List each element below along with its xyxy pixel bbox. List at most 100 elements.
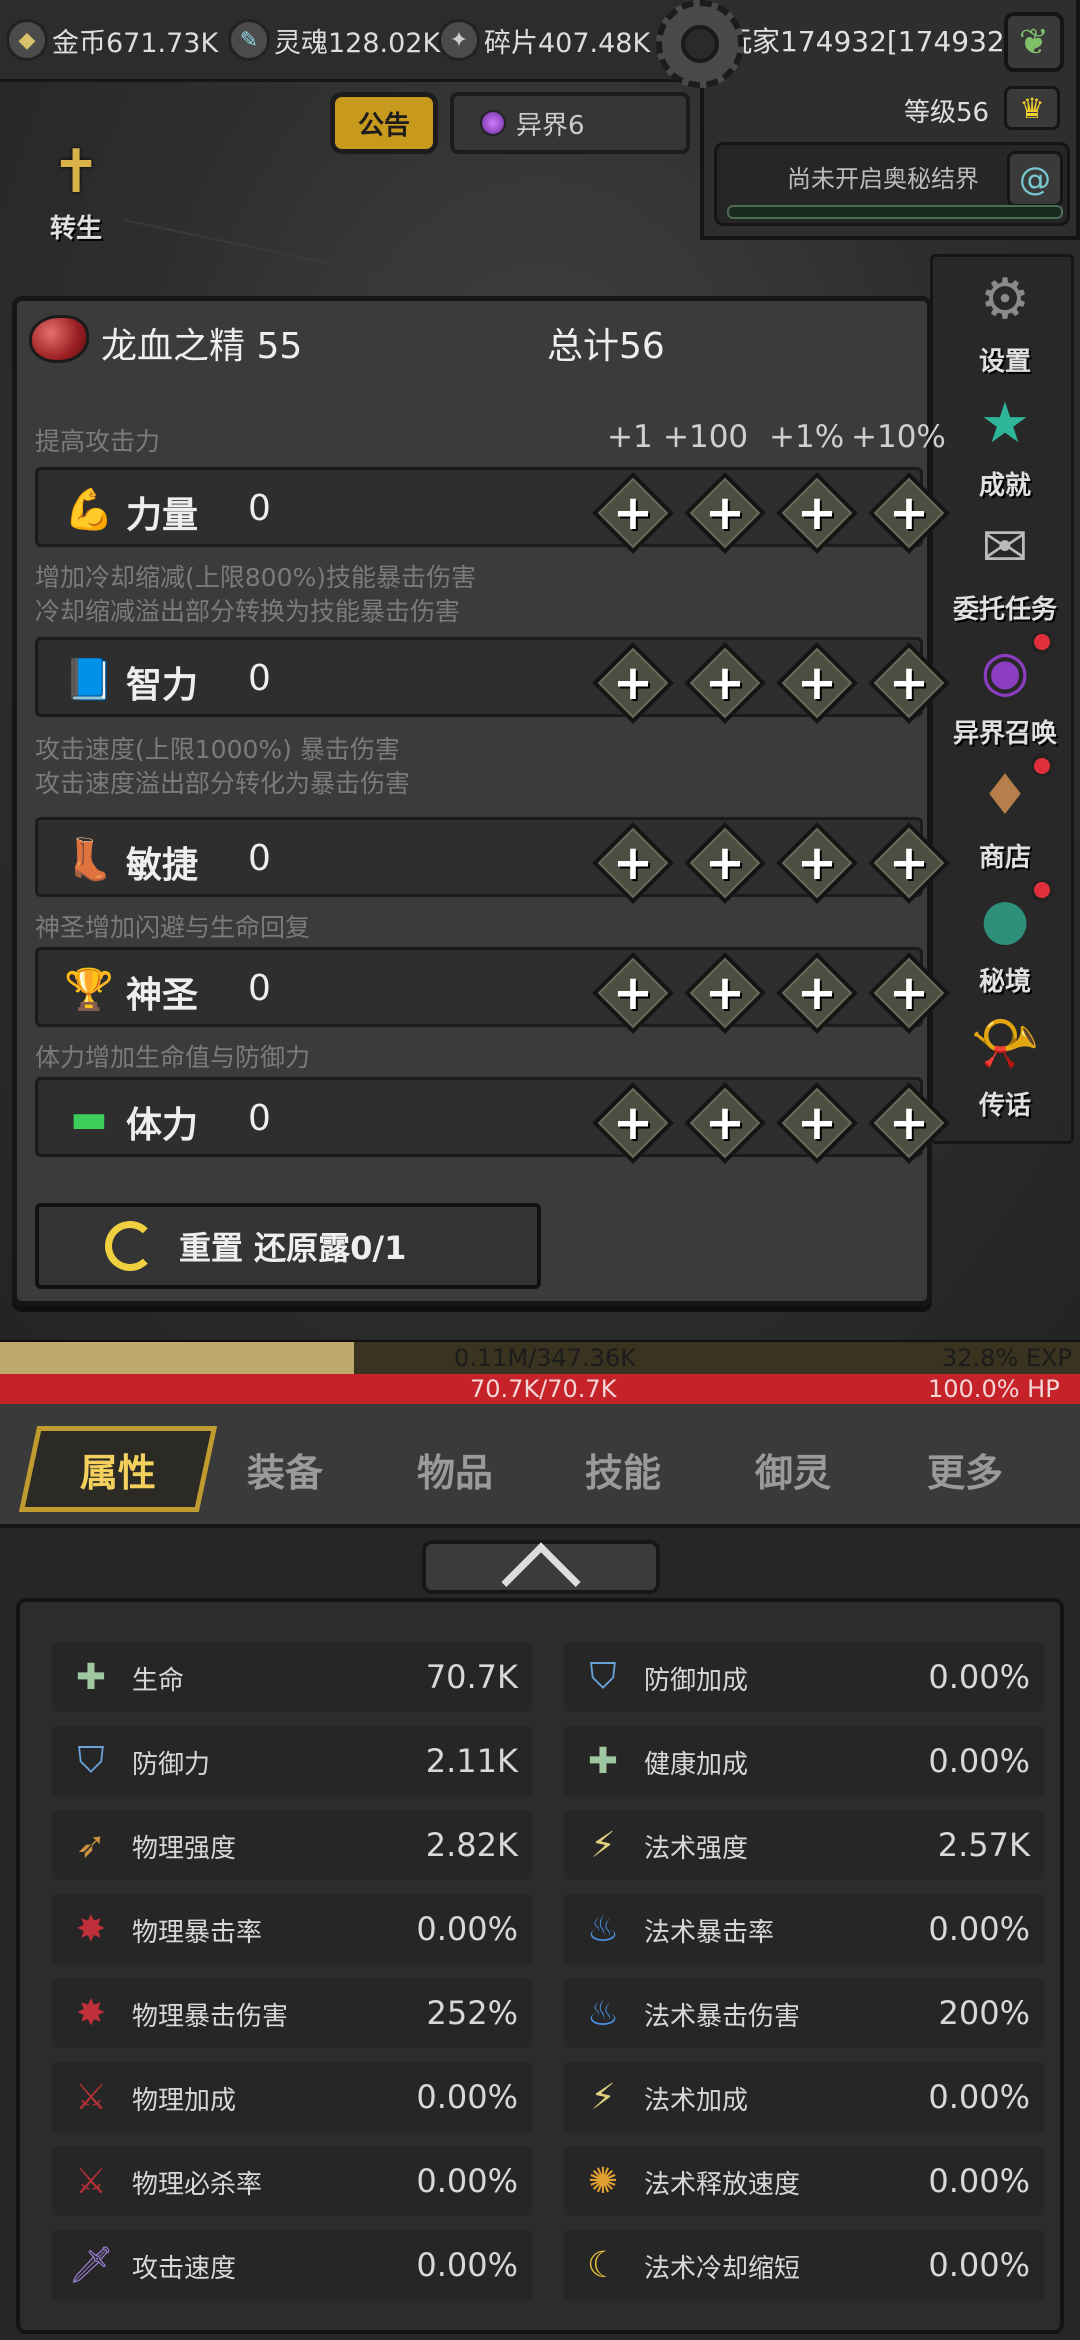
stat-value: 2.11K xyxy=(425,1742,518,1780)
add-10-percent-button[interactable]: + xyxy=(867,1081,951,1165)
blue-flame-icon: ♨ xyxy=(586,1992,620,2034)
add-1-button[interactable]: + xyxy=(591,821,675,905)
tab-items[interactable]: 物品 xyxy=(390,1426,520,1512)
soul-resource: ✎ 灵魂128.02K xyxy=(228,14,440,66)
claw-icon: ✸ xyxy=(75,1908,107,1950)
add-10-percent-button[interactable]: + xyxy=(867,641,951,725)
lightning-icon: ⚡ xyxy=(590,2076,616,2118)
collapse-panel-button[interactable] xyxy=(422,1540,660,1622)
notice-button[interactable]: 公告 xyxy=(330,92,438,154)
sidebar-item-secret-realm[interactable]: ● 秘境 xyxy=(933,877,1077,1001)
sidebar-item-achievements[interactable]: ★ 成就 xyxy=(933,381,1077,505)
notification-dot xyxy=(1031,631,1053,653)
essence-count: 龙血之精 55 xyxy=(101,326,303,367)
stat-value: 0.00% xyxy=(928,1742,1030,1780)
trophy-icon: 🏆 xyxy=(64,966,114,1013)
plus-icon: + xyxy=(704,835,746,891)
plus-icon: + xyxy=(796,835,838,891)
stat-name: 防御加成 xyxy=(644,1666,749,1696)
tab-spirits[interactable]: 御灵 xyxy=(728,1426,858,1512)
attribute-name: 神圣 xyxy=(126,975,199,1016)
stat-item-physical-crit-rate: ✸ 物理暴击率 0.00% xyxy=(52,1894,532,1964)
add-100-button[interactable]: + xyxy=(683,1081,767,1165)
add-1-button[interactable]: + xyxy=(591,1081,675,1165)
mystic-realm-panel[interactable]: 尚未开启奥秘结界 @ xyxy=(714,142,1070,226)
stat-value: 2.82K xyxy=(425,1826,518,1864)
shield-icon: ⛉ xyxy=(77,1740,105,1781)
add-100-button[interactable]: + xyxy=(683,821,767,905)
attribute-description: 提高攻击力 xyxy=(35,427,161,456)
sidebar-item-commissions[interactable]: ✉ 委托任务 xyxy=(933,505,1077,629)
settings-gear-icon[interactable] xyxy=(656,0,744,88)
stat-value: 0.00% xyxy=(928,2162,1030,2200)
plus-icon: + xyxy=(704,965,746,1021)
tab-label: 物品 xyxy=(416,1450,493,1495)
add-1-percent-button[interactable]: + xyxy=(775,1081,859,1165)
stat-name: 法术冷却缩短 xyxy=(644,2254,801,2284)
tab-label: 更多 xyxy=(926,1450,1003,1495)
plus-icon: + xyxy=(704,485,746,541)
otherworld-button[interactable]: 异界6 xyxy=(450,92,690,154)
stat-name: 法术强度 xyxy=(644,1834,749,1864)
reset-label: 重置 还原露0/1 xyxy=(179,1229,407,1267)
stat-value: 0.00% xyxy=(928,1910,1030,1948)
add-1-percent-button[interactable]: + xyxy=(775,951,859,1035)
add-10-percent-button[interactable]: + xyxy=(867,821,951,905)
add-1-percent-button[interactable]: + xyxy=(775,641,859,725)
add-1-button[interactable]: + xyxy=(591,471,675,555)
attribute-row-holy: 🏆 神圣 0 + + + + xyxy=(35,947,951,1035)
plus-icon: + xyxy=(796,485,838,541)
add-10-percent-button[interactable]: + xyxy=(867,471,951,555)
sidebar-item-broadcast[interactable]: 📯 传话 xyxy=(933,1001,1077,1125)
stat-value: 70.7K xyxy=(425,1658,518,1696)
stat-name: 物理暴击伤害 xyxy=(132,2002,289,2032)
right-sidebar: ⚙ 设置 ★ 成就 ✉ 委托任务 ◉ 异界召唤 ♦ 商店 ● 秘境 📯 传话 xyxy=(930,254,1074,1144)
attribute-value: 0 xyxy=(248,488,271,529)
plus-icon: + xyxy=(612,965,654,1021)
level-crown-button[interactable]: ♛ xyxy=(1004,86,1060,130)
player-level: 等级56 xyxy=(904,98,990,128)
add-10-percent-button[interactable]: + xyxy=(867,951,951,1035)
stat-value: 0.00% xyxy=(928,1658,1030,1696)
sidebar-item-summon[interactable]: ◉ 异界召唤 xyxy=(933,629,1077,753)
sword-icon: 🗡 xyxy=(68,2245,114,2286)
add-100-button[interactable]: + xyxy=(683,951,767,1035)
add-1-percent-button[interactable]: + xyxy=(775,821,859,905)
undo-arrow-icon xyxy=(105,1221,155,1271)
tab-attributes[interactable]: 属性 xyxy=(18,1426,218,1512)
stat-name: 法术加成 xyxy=(644,2086,749,2116)
tab-more[interactable]: 更多 xyxy=(900,1426,1030,1512)
add-1-button[interactable]: + xyxy=(591,641,675,725)
tab-label: 装备 xyxy=(246,1450,323,1495)
reset-button[interactable]: 重置 还原露0/1 xyxy=(35,1203,541,1289)
sidebar-item-label: 商店 xyxy=(978,843,1031,873)
sidebar-item-shop[interactable]: ♦ 商店 xyxy=(933,753,1077,877)
scroll-icon: ✉ xyxy=(981,514,1029,580)
stat-value: 0.00% xyxy=(928,2246,1030,2284)
exp-value: 0.11M/347.36K xyxy=(454,1344,636,1372)
add-1-button[interactable]: + xyxy=(591,951,675,1035)
rebirth-button[interactable]: ✝ 转生 xyxy=(22,136,130,244)
hp-bar: 70.7K/70.7K 100.0% HP xyxy=(0,1374,1080,1404)
leaf-icon: ❦ xyxy=(1018,21,1050,63)
stat-value: 0.00% xyxy=(928,2078,1030,2116)
plus-icon: + xyxy=(612,835,654,891)
stat-item-spell-cooldown: ☾ 法术冷却缩短 0.00% xyxy=(564,2230,1044,2300)
stat-value: 0.00% xyxy=(416,1910,518,1948)
sidebar-item-label: 设置 xyxy=(978,347,1031,377)
player-profile-button[interactable]: ❦ xyxy=(1004,12,1064,72)
plus-icon: + xyxy=(888,1095,930,1151)
add-100-button[interactable]: + xyxy=(683,471,767,555)
shard-icon: ✦ xyxy=(438,19,480,61)
hp-value: 70.7K/70.7K xyxy=(470,1375,617,1403)
player-panel: 玩家174932[174932] ❦ 等级56 ♛ 尚未开启奥秘结界 @ xyxy=(700,0,1080,240)
description-line: 增加冷却缩减(上限800%)技能暴击伤害 xyxy=(35,563,476,592)
sidebar-item-settings[interactable]: ⚙ 设置 xyxy=(933,257,1077,381)
tab-skills[interactable]: 技能 xyxy=(558,1426,688,1512)
sidebar-item-label: 委托任务 xyxy=(952,595,1057,625)
sidebar-item-label: 异界召唤 xyxy=(952,719,1057,749)
stat-item-physical-bonus: ⚔ 物理加成 0.00% xyxy=(52,2062,532,2132)
add-100-button[interactable]: + xyxy=(683,641,767,725)
tab-equipment[interactable]: 装备 xyxy=(220,1426,350,1512)
add-1-percent-button[interactable]: + xyxy=(775,471,859,555)
